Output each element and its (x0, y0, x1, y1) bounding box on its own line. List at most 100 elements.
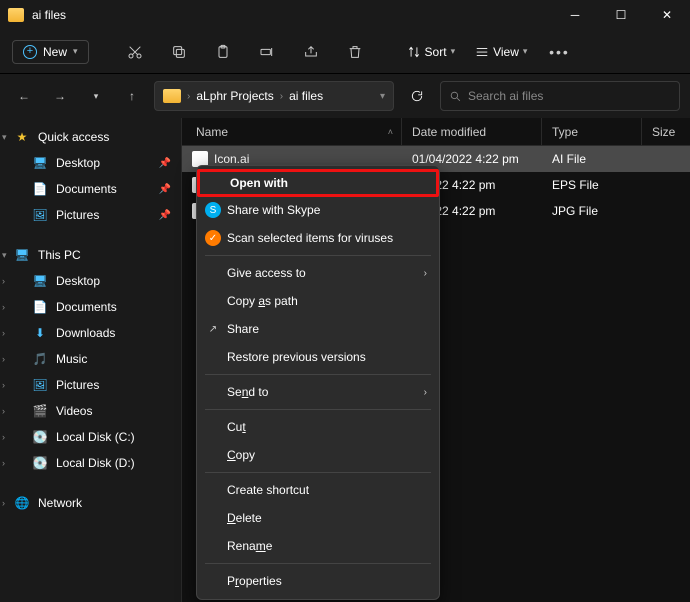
chevron-right-icon[interactable]: › (2, 406, 5, 416)
paste-icon[interactable] (205, 35, 241, 69)
sidebar-pc-pictures[interactable]: ›🖼Pictures (0, 372, 181, 398)
maximize-button[interactable]: ☐ (598, 0, 644, 30)
pc-icon: 🖥 (14, 247, 30, 263)
column-headers: Name˄ Date modified Type Size (182, 118, 690, 146)
col-type[interactable]: Type (542, 118, 642, 145)
star-icon: ★ (14, 129, 30, 145)
ctx-cut[interactable]: Cut (197, 413, 439, 441)
chevron-down-icon: ▾ (73, 46, 78, 57)
ctx-scan-virus[interactable]: ✓Scan selected items for viruses (197, 224, 439, 252)
pictures-icon: 🖼 (32, 207, 48, 223)
titlebar: ai files ─ ☐ ✕ (0, 0, 690, 30)
back-button[interactable]: ← (10, 82, 38, 110)
ctx-copy-path[interactable]: Copy as path (197, 287, 439, 315)
rename-icon[interactable] (249, 35, 285, 69)
share-icon[interactable] (293, 35, 329, 69)
sidebar-network[interactable]: ›🌐Network (0, 490, 181, 516)
separator (205, 409, 431, 410)
shield-icon: ✓ (205, 230, 221, 246)
folder-icon (8, 8, 24, 22)
ctx-rename[interactable]: Rename (197, 532, 439, 560)
share-icon: ↗ (205, 321, 221, 337)
sort-button[interactable]: Sort ▾ (401, 45, 462, 59)
sidebar-pc-desktop[interactable]: ›🖥Desktop (0, 268, 181, 294)
chevron-right-icon[interactable]: › (2, 458, 5, 468)
folder-icon (163, 89, 181, 103)
col-date[interactable]: Date modified (402, 118, 542, 145)
videos-icon: 🎬 (32, 403, 48, 419)
sidebar-item-documents[interactable]: 📄Documents📌 (0, 176, 181, 202)
chevron-right-icon[interactable]: › (2, 498, 5, 508)
up-button[interactable]: ↑ (118, 82, 146, 110)
sidebar-item-desktop[interactable]: 🖥Desktop📌 (0, 150, 181, 176)
view-button[interactable]: View ▾ (469, 45, 533, 59)
sidebar-this-pc[interactable]: ▾ 🖥 This PC (0, 242, 181, 268)
sidebar-label: Quick access (38, 130, 109, 144)
chevron-right-icon[interactable]: › (2, 328, 5, 338)
crumb-2[interactable]: ai files (289, 89, 323, 103)
ctx-share[interactable]: ↗Share (197, 315, 439, 343)
close-button[interactable]: ✕ (644, 0, 690, 30)
sidebar-item-pictures[interactable]: 🖼Pictures📌 (0, 202, 181, 228)
search-input[interactable]: Search ai files (440, 81, 680, 111)
separator (205, 563, 431, 564)
breadcrumb[interactable]: › aLphr Projects › ai files ▾ (154, 81, 394, 111)
cut-icon[interactable] (117, 35, 153, 69)
sidebar-quick-access[interactable]: ▾ ★ Quick access (0, 124, 181, 150)
view-icon (475, 45, 489, 59)
minimize-button[interactable]: ─ (552, 0, 598, 30)
sidebar-pc-downloads[interactable]: ›⬇Downloads (0, 320, 181, 346)
chevron-right-icon[interactable]: › (2, 302, 5, 312)
documents-icon: 📄 (32, 299, 48, 315)
disk-icon: 💽 (32, 455, 48, 471)
chevron-right-icon: › (424, 268, 427, 279)
chevron-right-icon[interactable]: › (2, 276, 5, 286)
toolbar: + New ▾ Sort ▾ View ▾ ••• (0, 30, 690, 74)
copy-icon[interactable] (161, 35, 197, 69)
ctx-shortcut[interactable]: Create shortcut (197, 476, 439, 504)
ctx-give-access[interactable]: Give access to› (197, 259, 439, 287)
ctx-properties[interactable]: Properties (197, 567, 439, 595)
ctx-delete[interactable]: Delete (197, 504, 439, 532)
context-menu: Open with SShare with Skype ✓Scan select… (196, 165, 440, 600)
chevron-down-icon[interactable]: ▾ (2, 132, 7, 143)
more-button[interactable]: ••• (541, 35, 577, 69)
sort-icon (407, 45, 421, 59)
separator (205, 472, 431, 473)
sort-label: Sort (425, 45, 447, 59)
desktop-icon: 🖥 (32, 273, 48, 289)
disk-icon: 💽 (32, 429, 48, 445)
sidebar-pc-disk-c[interactable]: ›💽Local Disk (C:) (0, 424, 181, 450)
chevron-right-icon[interactable]: › (2, 380, 5, 390)
new-button[interactable]: + New ▾ (12, 40, 89, 64)
ctx-restore[interactable]: Restore previous versions (197, 343, 439, 371)
ctx-open-with[interactable]: Open with (197, 169, 439, 197)
sidebar-pc-music[interactable]: ›🎵Music (0, 346, 181, 372)
col-size[interactable]: Size (642, 118, 690, 145)
pin-icon: 📌 (159, 210, 171, 221)
pin-icon: 📌 (159, 158, 171, 169)
crumb-1[interactable]: aLphr Projects (196, 89, 273, 103)
chevron-down-icon[interactable]: ▾ (2, 250, 7, 261)
recent-button[interactable]: ▾ (82, 82, 110, 110)
forward-button[interactable]: → (46, 82, 74, 110)
ctx-copy[interactable]: Copy (197, 441, 439, 469)
pin-icon: 📌 (159, 184, 171, 195)
sidebar-pc-videos[interactable]: ›🎬Videos (0, 398, 181, 424)
chevron-down-icon[interactable]: ▾ (380, 91, 385, 102)
window-title: ai files (32, 8, 552, 22)
chevron-right-icon[interactable]: › (2, 432, 5, 442)
sidebar-pc-disk-d[interactable]: ›💽Local Disk (D:) (0, 450, 181, 476)
chevron-right-icon[interactable]: › (2, 354, 5, 364)
ctx-send-to[interactable]: Send to› (197, 378, 439, 406)
col-name[interactable]: Name˄ (182, 118, 402, 145)
downloads-icon: ⬇ (32, 325, 48, 341)
new-label: New (43, 45, 67, 59)
ctx-share-skype[interactable]: SShare with Skype (197, 196, 439, 224)
separator (205, 374, 431, 375)
plus-icon: + (23, 45, 37, 59)
sidebar-pc-documents[interactable]: ›📄Documents (0, 294, 181, 320)
delete-icon[interactable] (337, 35, 373, 69)
refresh-button[interactable] (402, 89, 432, 103)
sort-indicator-icon: ˄ (388, 127, 393, 137)
